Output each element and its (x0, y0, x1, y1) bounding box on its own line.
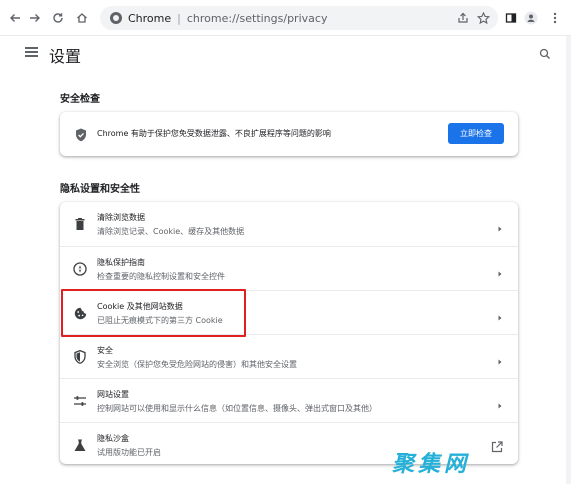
share-icon[interactable] (454, 9, 472, 27)
arrow-right-icon (496, 396, 504, 409)
shield-check-icon (75, 127, 87, 146)
open-in-new-icon (491, 438, 503, 453)
safety-check-card: Chrome 有助于保护您免受数据泄露、不良扩展程序等问题的影响 立即检查 (60, 112, 518, 156)
profile-icon[interactable] (522, 9, 540, 27)
row-site-settings[interactable]: 网站设置 控制网站可以使用和显示什么信息（如位置信息、摄像头、弹出式窗口及其他） (60, 378, 518, 422)
arrow-right-icon (496, 264, 504, 277)
row-title: 安全 (97, 346, 113, 355)
more-icon[interactable] (546, 9, 564, 27)
site-label: Chrome (128, 11, 172, 25)
home-icon[interactable] (73, 9, 91, 27)
url-text: chrome://settings/privacy (186, 11, 328, 25)
privacy-card: 清除浏览数据 清除浏览记录、Cookie、缓存及其他数据 隐私保护指南 检查重要… (60, 202, 518, 464)
settings-header: 设置 (0, 36, 571, 70)
scrollbar-track[interactable] (566, 36, 571, 484)
watermark-text: 聚集网 (392, 452, 471, 477)
page-title: 设置 (49, 47, 82, 66)
star-icon[interactable] (474, 9, 492, 27)
reload-icon[interactable] (49, 9, 67, 27)
row-clear-browsing-data[interactable]: 清除浏览数据 清除浏览记录、Cookie、缓存及其他数据 (60, 202, 518, 246)
safety-check-description: Chrome 有助于保护您免受数据泄露、不良扩展程序等问题的影响 (97, 129, 331, 138)
browser-toolbar: Chrome | chrome://settings/privacy (0, 0, 571, 36)
back-icon[interactable] (6, 9, 24, 27)
check-now-button[interactable]: 立即检查 (448, 123, 504, 144)
trash-icon (72, 216, 88, 232)
privacy-section-title: 隐私设置和安全性 (60, 184, 140, 195)
flask-icon (72, 437, 88, 453)
shield-icon (72, 349, 88, 365)
row-subtitle: 试用版功能已开启 (97, 448, 161, 457)
row-subtitle: 安全浏览（保护您免受危险网站的侵害）和其他安全设置 (97, 360, 297, 369)
row-security[interactable]: 安全 安全浏览（保护您免受危险网站的侵害）和其他安全设置 (60, 334, 518, 378)
row-title: 网站设置 (97, 390, 129, 399)
row-subtitle: 已阻止无痕模式下的第三方 Cookie (97, 316, 223, 325)
arrow-right-icon (496, 308, 504, 321)
row-title: 隐私保护指南 (97, 258, 145, 267)
safety-check-section-title: 安全检查 (60, 94, 100, 105)
row-cookies[interactable]: Cookie 及其他网站数据 已阻止无痕模式下的第三方 Cookie (60, 290, 518, 334)
row-subtitle: 控制网站可以使用和显示什么信息（如位置信息、摄像头、弹出式窗口及其他） (97, 404, 377, 413)
row-subtitle: 检查重要的隐私控制设置和安全控件 (97, 272, 225, 281)
forward-icon[interactable] (26, 9, 44, 27)
row-title: 清除浏览数据 (97, 213, 145, 222)
compass-icon (72, 261, 88, 277)
address-bar[interactable]: Chrome | chrome://settings/privacy (100, 6, 498, 30)
search-icon[interactable] (539, 45, 551, 59)
arrow-right-icon (496, 352, 504, 365)
arrow-right-icon (496, 219, 504, 232)
cookie-icon (72, 305, 88, 321)
menu-icon[interactable] (25, 47, 38, 57)
sliders-icon (72, 393, 88, 409)
row-privacy-guide[interactable]: 隐私保护指南 检查重要的隐私控制设置和安全控件 (60, 246, 518, 290)
row-subtitle: 清除浏览记录、Cookie、缓存及其他数据 (97, 227, 245, 236)
row-title: 隐私沙盒 (97, 434, 129, 443)
chrome-site-icon (110, 12, 122, 24)
row-title: Cookie 及其他网站数据 (97, 302, 183, 311)
sidepanel-icon[interactable] (502, 9, 520, 27)
url-separator: | (177, 11, 181, 25)
